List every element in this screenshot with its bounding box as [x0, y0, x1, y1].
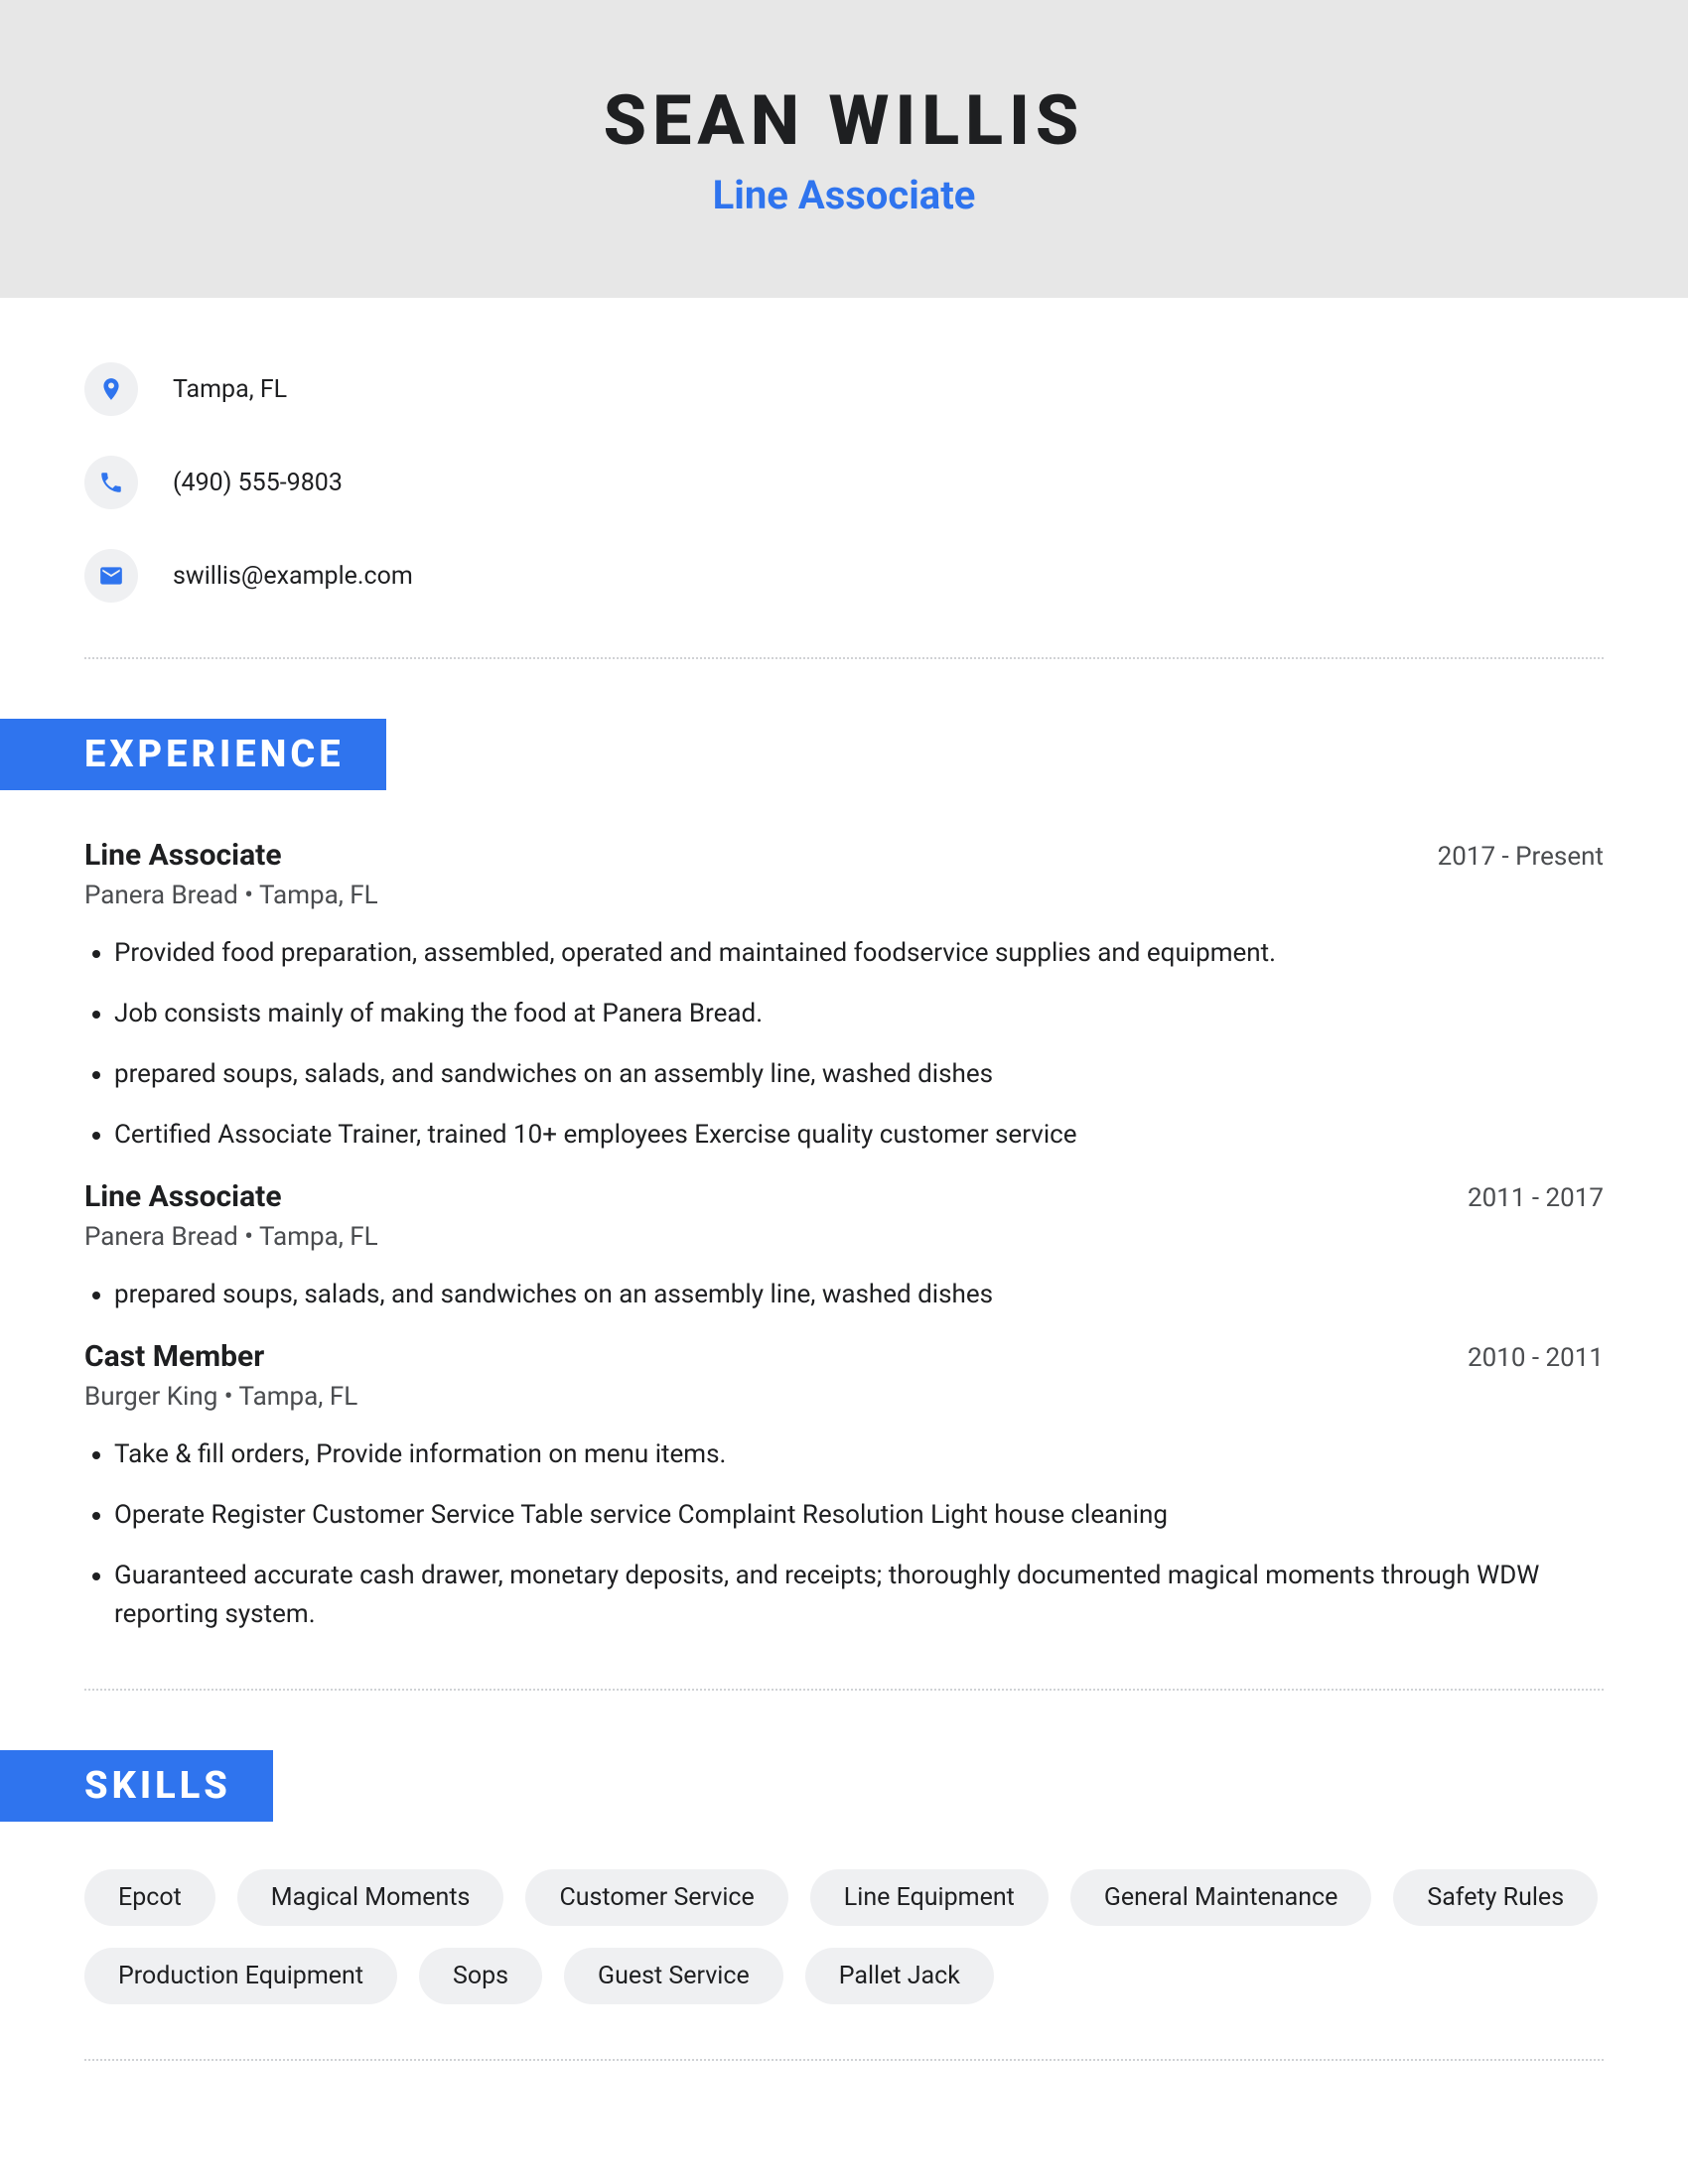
- job-bullet: Operate Register Customer Service Table …: [114, 1496, 1604, 1535]
- job-company-location: Panera Bread • Tampa, FL: [84, 1222, 1604, 1252]
- skill-pill: Sops: [419, 1948, 542, 2004]
- divider: [84, 1689, 1604, 1691]
- job-dates: 2017 - Present: [1438, 842, 1604, 872]
- job-title: Cast Member: [84, 1339, 264, 1374]
- job-bullet: prepared soups, salads, and sandwiches o…: [114, 1055, 1604, 1094]
- content-area: Tampa, FL (490) 555-9803 swillis@example…: [0, 298, 1688, 2180]
- job-entry: Line Associate 2017 - Present Panera Bread…: [84, 838, 1604, 1155]
- job-header: Line Associate 2017 - Present: [84, 838, 1604, 873]
- skill-pill: Customer Service: [525, 1869, 787, 1926]
- contact-phone: (490) 555-9803: [84, 456, 1604, 509]
- email-icon: [84, 549, 138, 603]
- skill-pill: Magical Moments: [237, 1869, 504, 1926]
- job-bullet: Take & fill orders, Provide information …: [114, 1435, 1604, 1474]
- divider: [84, 2059, 1604, 2061]
- skills-heading-wrap: SKILLS: [0, 1750, 1604, 1822]
- header-band: SEAN WILLIS Line Associate: [0, 0, 1688, 298]
- job-bullet: Certified Associate Trainer, trained 10+…: [114, 1116, 1604, 1155]
- contact-email-text: swillis@example.com: [173, 562, 413, 591]
- contact-location: Tampa, FL: [84, 362, 1604, 416]
- location-pin-icon: [84, 362, 138, 416]
- skill-pill: Guest Service: [564, 1948, 783, 2004]
- job-entry: Cast Member 2010 - 2011 Burger King • Tamp…: [84, 1339, 1604, 1634]
- experience-list: Line Associate 2017 - Present Panera Bread…: [84, 838, 1604, 1634]
- candidate-name: SEAN WILLIS: [604, 80, 1085, 162]
- job-title: Line Associate: [84, 1179, 282, 1214]
- contact-location-text: Tampa, FL: [173, 375, 287, 404]
- skill-pill: General Maintenance: [1070, 1869, 1372, 1926]
- job-title: Line Associate: [84, 838, 282, 873]
- job-bullets: prepared soups, salads, and sandwiches o…: [84, 1276, 1604, 1314]
- job-dates: 2010 - 2011: [1468, 1343, 1604, 1373]
- divider: [84, 657, 1604, 659]
- skill-pill: Production Equipment: [84, 1948, 397, 2004]
- job-header: Line Associate 2011 - 2017: [84, 1179, 1604, 1214]
- job-company-location: Panera Bread • Tampa, FL: [84, 881, 1604, 910]
- skills-list: Epcot Magical Moments Customer Service Line…: [84, 1869, 1604, 2004]
- candidate-title: Line Associate: [713, 172, 976, 218]
- skill-pill: Epcot: [84, 1869, 215, 1926]
- experience-heading-wrap: EXPERIENCE: [0, 719, 1604, 790]
- job-bullet: Provided food preparation, assembled, op…: [114, 934, 1604, 973]
- contact-email: swillis@example.com: [84, 549, 1604, 603]
- skills-heading: SKILLS: [0, 1750, 273, 1822]
- job-header: Cast Member 2010 - 2011: [84, 1339, 1604, 1374]
- job-company-location: Burger King • Tampa, FL: [84, 1382, 1604, 1412]
- job-bullets: Take & fill orders, Provide information …: [84, 1435, 1604, 1634]
- phone-icon: [84, 456, 138, 509]
- job-bullet: prepared soups, salads, and sandwiches o…: [114, 1276, 1604, 1314]
- experience-heading: EXPERIENCE: [0, 719, 386, 790]
- skill-pill: Pallet Jack: [805, 1948, 994, 2004]
- contact-phone-text: (490) 555-9803: [173, 469, 343, 497]
- contact-list: Tampa, FL (490) 555-9803 swillis@example…: [84, 362, 1604, 603]
- job-bullet: Job consists mainly of making the food a…: [114, 995, 1604, 1033]
- job-bullet: Guaranteed accurate cash drawer, monetar…: [114, 1557, 1604, 1634]
- job-dates: 2011 - 2017: [1468, 1183, 1604, 1213]
- skill-pill: Safety Rules: [1393, 1869, 1598, 1926]
- resume-page: SEAN WILLIS Line Associate Tampa, FL (49…: [0, 0, 1688, 2180]
- skill-pill: Line Equipment: [810, 1869, 1049, 1926]
- job-entry: Line Associate 2011 - 2017 Panera Bread • …: [84, 1179, 1604, 1314]
- job-bullets: Provided food preparation, assembled, op…: [84, 934, 1604, 1155]
